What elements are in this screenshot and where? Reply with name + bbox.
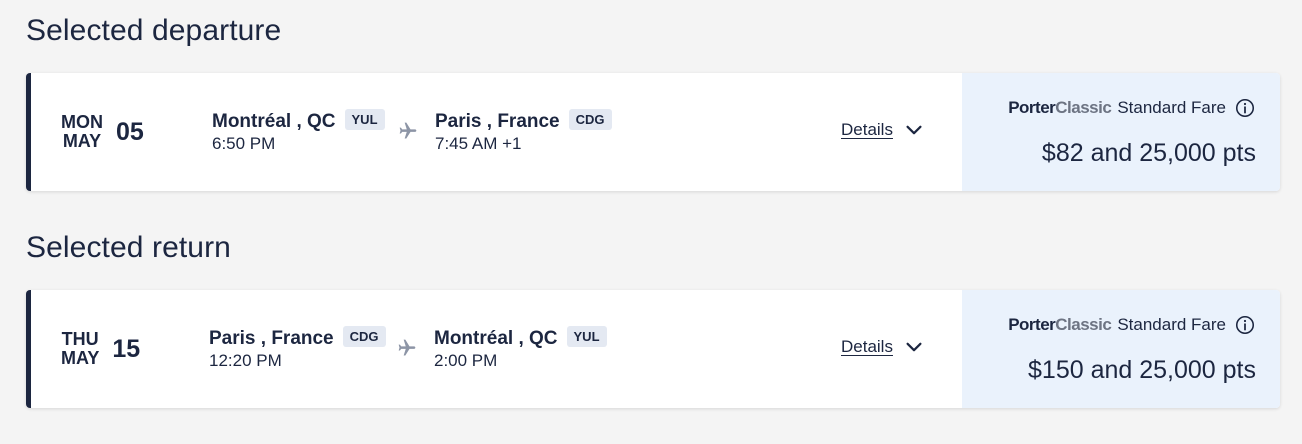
chevron-down-icon[interactable] — [903, 336, 925, 358]
departure-destination-time: 7:45 AM +1 — [435, 134, 522, 153]
fare-brand-porter: Porter — [1008, 98, 1056, 117]
departure-flight-card: MON MAY 05 Montréal , QC YUL 6:50 PM Par… — [26, 73, 1280, 191]
return-fare-price: $150 and 25,000 pts — [1028, 356, 1256, 384]
return-destination-time: 2:00 PM — [434, 351, 498, 370]
return-origin: Paris , France CDG 12:20 PM — [209, 326, 386, 371]
departure-destination: Paris , France CDG 7:45 AM +1 — [435, 109, 612, 154]
return-flight-card: THU MAY 15 Paris , France CDG 12:20 PM M… — [26, 290, 1280, 408]
airplane-icon — [398, 339, 416, 356]
departure-fare-price: $82 and 25,000 pts — [1041, 139, 1256, 167]
departure-fare-panel: Porter Classic Standard Fare $82 and 25,0… — [962, 73, 1280, 191]
info-circle-icon[interactable] — [1234, 314, 1256, 336]
return-details-toggle[interactable]: Details — [841, 336, 925, 358]
departure-destination-city: Paris , France — [435, 111, 560, 132]
info-circle-icon[interactable] — [1234, 97, 1256, 119]
departure-date: MON MAY 05 — [61, 73, 144, 191]
departure-month: MAY — [62, 131, 102, 151]
return-date-weekday-month: THU MAY — [61, 330, 99, 368]
return-date: THU MAY 15 — [61, 290, 140, 408]
return-details-link[interactable]: Details — [841, 337, 893, 357]
return-origin-city: Paris , France — [209, 328, 334, 349]
return-destination-code: YUL — [566, 326, 607, 347]
return-origin-code: CDG — [342, 326, 386, 347]
return-origin-time: 12:20 PM — [209, 351, 282, 370]
departure-day: 05 — [116, 117, 144, 146]
return-weekday: THU — [61, 329, 99, 349]
fare-brand-classic: Classic — [1055, 315, 1112, 334]
return-month: MAY — [61, 348, 100, 368]
chevron-down-icon[interactable] — [903, 119, 925, 141]
departure-destination-code: CDG — [568, 109, 612, 130]
departure-details-toggle[interactable]: Details — [841, 119, 925, 141]
airplane-icon — [399, 122, 417, 139]
fare-brand-classic: Classic — [1055, 98, 1112, 117]
return-section-title: Selected return — [26, 231, 231, 264]
departure-fare-type: Standard Fare — [1117, 98, 1226, 117]
departure-origin-code: YUL — [344, 109, 385, 130]
return-fare-panel: Porter Classic Standard Fare $150 and 25,… — [962, 290, 1280, 408]
departure-origin: Montréal , QC YUL 6:50 PM — [212, 109, 385, 154]
departure-origin-city: Montréal , QC — [212, 111, 336, 132]
departure-fare-label: Porter Classic Standard Fare — [1008, 97, 1256, 119]
return-destination-city: Montréal , QC — [434, 328, 558, 349]
departure-weekday: MON — [61, 112, 103, 132]
return-fare-type: Standard Fare — [1117, 315, 1226, 334]
departure-details-link[interactable]: Details — [841, 120, 893, 140]
departure-section-title: Selected departure — [26, 14, 282, 47]
return-day: 15 — [112, 334, 141, 363]
return-fare-label: Porter Classic Standard Fare — [1008, 314, 1256, 336]
return-destination: Montréal , QC YUL 2:00 PM — [434, 326, 607, 371]
departure-origin-time: 6:50 PM — [212, 134, 276, 153]
fare-brand-porter: Porter — [1008, 315, 1056, 334]
departure-date-weekday-month: MON MAY — [61, 113, 103, 151]
